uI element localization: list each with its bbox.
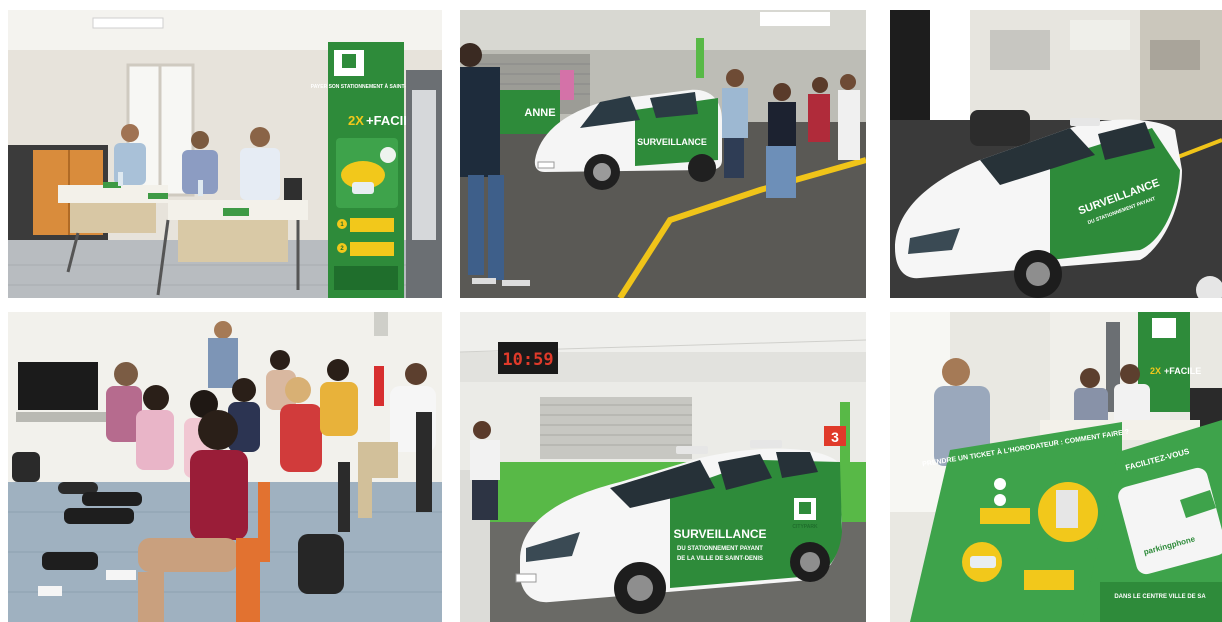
flyer-right-footer: DANS LE CENTRE VILLE DE SA — [1114, 594, 1206, 600]
car-brand: CITYPARK — [792, 524, 818, 530]
garage-crowd-scene: ANNE SURVEILLANCE — [460, 10, 866, 298]
photo-audience — [8, 312, 442, 622]
level-marker: 3 — [831, 429, 839, 445]
flyers-meeting-scene: 2X +FACILE PRENDRE UN TICKET À L'HORODAT… — [890, 312, 1222, 622]
car-label-line1: SURVEILLANCE — [673, 527, 766, 541]
banner-title: PAYER SON STATIONNEMENT À SAINT-DENIS — [311, 83, 422, 90]
photo-press-conference: PAYER SON STATIONNEMENT À SAINT-DENIS 2X… — [8, 10, 442, 298]
banner-slogan-word: +FACILE — [1164, 366, 1201, 376]
car-street-scene: SURVEILLANCE DU STATIONNEMENT PAYANT — [890, 10, 1222, 298]
photo-car-street: SURVEILLANCE DU STATIONNEMENT PAYANT — [890, 10, 1222, 298]
photo-flyers-meeting: 2X +FACILE PRENDRE UN TICKET À L'HORODAT… — [890, 312, 1222, 622]
press-conference-scene: PAYER SON STATIONNEMENT À SAINT-DENIS 2X… — [8, 10, 442, 298]
car-label-line1: SURVEILLANCE — [637, 137, 707, 147]
clock-time: 10:59 — [502, 350, 553, 370]
car-label-line3: DE LA VILLE DE SAINT-DENIS — [677, 556, 763, 562]
banner-slogan-prefix: 2X — [348, 113, 364, 128]
car-label-line2: DU STATIONNEMENT PAYANT — [677, 546, 763, 552]
sign-text: ANNE — [524, 107, 555, 119]
car-garage-scene: 10:59 3 SURVEILLANCE DU STATIONNEMENT PA… — [460, 312, 866, 622]
audience-scene — [8, 312, 442, 622]
banner-slogan-prefix: 2X — [1150, 366, 1161, 376]
photo-parking-garage-crowd: ANNE SURVEILLANCE — [460, 10, 866, 298]
photo-car-garage-clock: 10:59 3 SURVEILLANCE DU STATIONNEMENT PA… — [460, 312, 866, 622]
